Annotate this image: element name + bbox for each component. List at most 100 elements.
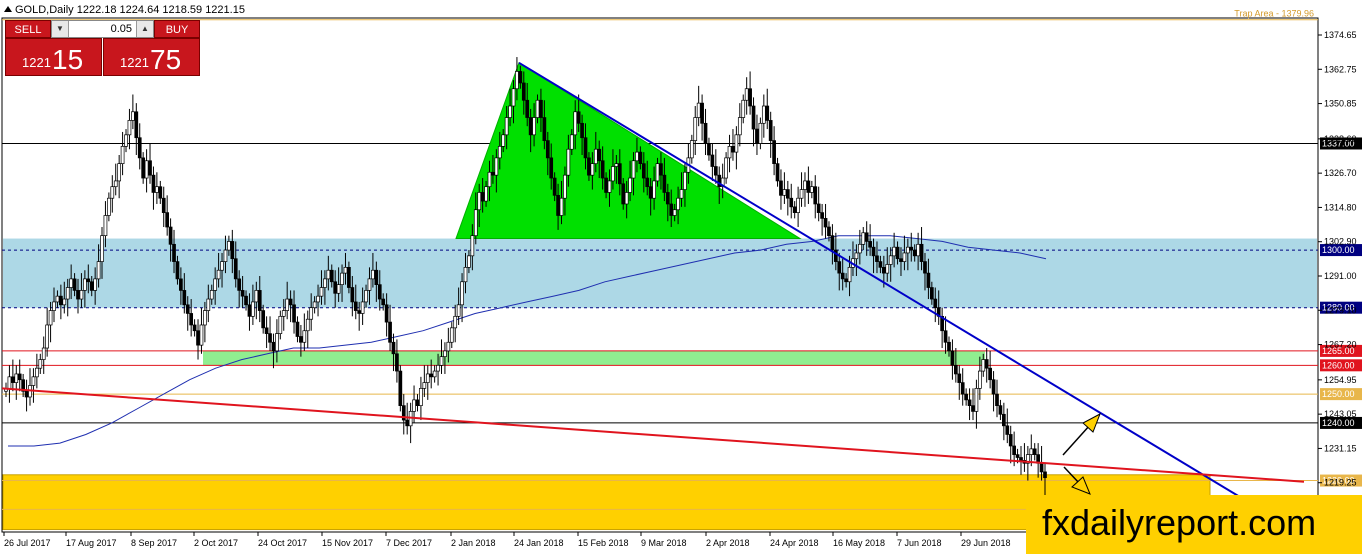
candle-body <box>549 157 554 179</box>
candle-body <box>1032 448 1037 455</box>
candle-body <box>696 102 701 118</box>
lot-size-field[interactable]: ▼ 0.05 ▲ <box>51 20 154 38</box>
lot-increase-icon[interactable]: ▲ <box>136 21 153 37</box>
candle-body <box>295 321 300 337</box>
candle-body <box>590 163 595 176</box>
y-tick-label: 1254.95 <box>1324 375 1357 385</box>
candle-body <box>501 134 506 147</box>
candle-body <box>820 212 824 219</box>
candle-body <box>391 341 396 355</box>
candle-body <box>710 154 715 167</box>
candle-body <box>607 180 612 193</box>
candle-body <box>895 246 900 260</box>
candle-body <box>168 226 173 245</box>
candle-body <box>206 298 211 311</box>
candle-body <box>569 134 574 150</box>
x-tick-label: 26 Jul 2017 <box>4 538 51 548</box>
x-tick-label: 24 Oct 2017 <box>258 538 307 548</box>
candle-body <box>127 120 132 136</box>
candle-body <box>264 327 269 334</box>
lot-decrease-icon[interactable]: ▼ <box>52 21 69 37</box>
candle-body <box>38 359 43 369</box>
candle-body <box>110 186 115 199</box>
candle-body <box>261 310 266 329</box>
candle-body <box>203 310 207 326</box>
candle-body <box>17 373 22 381</box>
candle-body <box>792 206 797 213</box>
watermark-text: fxdailyreport.com <box>1042 502 1317 543</box>
candle-body <box>141 157 146 179</box>
candle-body <box>367 278 372 291</box>
candle-body <box>875 255 879 262</box>
candle-body <box>583 137 588 159</box>
candle-body <box>319 287 324 297</box>
x-tick-label: 29 Jun 2018 <box>961 538 1011 548</box>
candle-body <box>31 376 36 386</box>
candle-body <box>638 151 643 164</box>
y-tick-label: 1267.20 <box>1324 340 1357 350</box>
candle-body <box>707 143 711 156</box>
buy-button[interactable]: BUY <box>154 20 200 38</box>
candle-body <box>912 249 917 257</box>
candle-body <box>758 122 763 144</box>
candle-body <box>24 390 29 398</box>
buy-price-box[interactable]: 1221 75 <box>103 38 200 76</box>
candle-body <box>182 290 187 306</box>
candle-body <box>892 246 896 257</box>
candle-body <box>124 134 128 147</box>
x-tick-label: 7 Jun 2018 <box>897 538 942 548</box>
candle-body <box>189 313 194 326</box>
gold-daily-chart[interactable]: Trap Area - 1379.961337.001300.001280.00… <box>0 0 1362 554</box>
candle-body <box>220 261 224 271</box>
candle-body <box>724 157 728 179</box>
candle-body <box>919 243 924 262</box>
candle-body <box>1043 471 1047 479</box>
candle-body <box>672 209 677 216</box>
candle-body <box>635 151 639 162</box>
candle-body <box>323 278 327 288</box>
candle-body <box>254 290 259 303</box>
candle-body <box>425 373 430 383</box>
candle-body <box>340 272 344 285</box>
candle-body <box>83 278 87 291</box>
candle-body <box>631 160 636 179</box>
x-tick-label: 2 Apr 2018 <box>706 538 750 548</box>
candle-body <box>744 88 749 101</box>
candle-body <box>772 140 776 164</box>
candle-body <box>285 298 290 311</box>
level-price-label: 1250.00 <box>1322 389 1355 399</box>
y-tick-label: 1243.05 <box>1324 409 1357 419</box>
candle-body <box>648 186 653 199</box>
candle-body <box>871 246 876 257</box>
candle-body <box>360 301 365 314</box>
candle-body <box>1002 413 1006 427</box>
candle-body <box>669 203 674 216</box>
candle-body <box>813 186 818 205</box>
candle-body <box>11 376 15 383</box>
candle-body <box>353 301 358 311</box>
candle-body <box>113 180 118 188</box>
candle-body <box>357 310 362 314</box>
candle-body <box>299 336 303 343</box>
sell-price-box[interactable]: 1221 15 <box>5 38 102 76</box>
candle-body <box>844 278 848 283</box>
candle-body <box>422 382 427 389</box>
candle-body <box>209 290 214 300</box>
candle-body <box>803 180 807 190</box>
candle-body <box>652 180 656 199</box>
sell-button[interactable]: SELL <box>5 20 51 38</box>
candle-body <box>93 278 98 291</box>
candle-body <box>268 333 272 343</box>
candle-body <box>216 269 221 280</box>
x-tick-label: 16 May 2018 <box>833 538 885 548</box>
candle-body <box>785 189 790 199</box>
lot-size-value[interactable]: 0.05 <box>70 21 135 37</box>
candle-body <box>847 267 852 283</box>
candle-body <box>727 146 732 159</box>
candle-body <box>257 290 262 311</box>
candle-body <box>333 281 338 294</box>
support-band-zone <box>203 350 985 366</box>
candle-body <box>117 163 122 182</box>
chart-header: GOLD,Daily 1222.18 1224.64 1218.59 1221.… <box>4 4 245 16</box>
candle-body <box>737 117 742 136</box>
